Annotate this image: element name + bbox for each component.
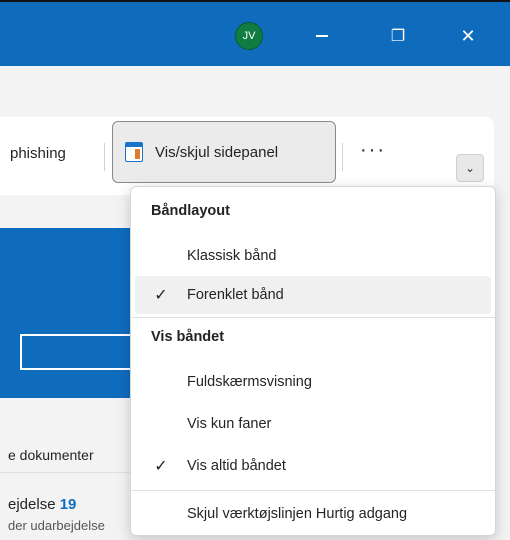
toggle-side-panel-label: Vis/skjul sidepanel <box>155 143 279 161</box>
menu-item-label: Forenklet bånd <box>187 287 284 303</box>
blue-banner <box>0 228 140 398</box>
menu-item-simplified-ribbon[interactable]: ✓ Forenklet bånd <box>135 276 491 314</box>
menu-item-always-show-ribbon[interactable]: ✓ Vis altid båndet <box>135 447 491 485</box>
menu-item-show-tabs-only[interactable]: Vis kun faner <box>135 405 491 443</box>
task-subtext: der udarbejdelse <box>8 518 105 533</box>
restore-icon: ❐ <box>390 28 406 45</box>
ribbon-options-button[interactable]: ⌄ <box>456 154 484 182</box>
task-heading-label: ejdelse <box>8 496 60 513</box>
more-options-button[interactable]: ··· <box>360 139 386 162</box>
menu-separator <box>131 317 495 318</box>
menu-item-label: Vis altid båndet <box>187 458 286 474</box>
chevron-down-icon: ⌄ <box>464 161 476 175</box>
minimize-button[interactable] <box>300 16 344 56</box>
menu-section-show-ribbon: Vis båndet <box>151 329 225 345</box>
avatar[interactable]: JV <box>235 22 263 50</box>
menu-item-fullscreen[interactable]: Fuldskærmsvisning <box>135 363 491 401</box>
toggle-side-panel-button[interactable]: Vis/skjul sidepanel <box>112 121 336 183</box>
ribbon-layout-menu: Båndlayout Klassisk bånd ✓ Forenklet bån… <box>130 186 496 536</box>
task-heading: ejdelse 19 <box>8 496 76 513</box>
minimize-icon <box>316 35 328 37</box>
menu-item-label: Skjul værktøjslinjen Hurtig adgang <box>187 506 408 522</box>
divider <box>0 472 134 473</box>
menu-item-label: Fuldskærmsvisning <box>187 374 312 390</box>
menu-item-hide-quick-access[interactable]: Skjul værktøjslinjen Hurtig adgang <box>135 495 491 533</box>
side-panel-icon <box>125 142 143 162</box>
close-button[interactable]: ✕ <box>446 16 490 56</box>
ribbon-separator <box>104 143 105 171</box>
check-icon: ✓ <box>154 287 168 304</box>
check-icon: ✓ <box>154 458 168 475</box>
menu-item-label: Vis kun faner <box>187 416 272 432</box>
documents-text: e dokumenter <box>8 447 94 463</box>
menu-separator <box>131 490 495 491</box>
menu-section-ribbon-layout: Båndlayout <box>151 203 230 219</box>
phishing-button[interactable]: phishing <box>10 145 66 162</box>
menu-item-classic-ribbon[interactable]: Klassisk bånd <box>135 237 491 275</box>
title-bar: JV ❐ ✕ <box>0 0 510 66</box>
menu-item-label: Klassisk bånd <box>187 248 277 264</box>
task-count: 19 <box>59 496 77 513</box>
banner-button[interactable] <box>20 334 140 370</box>
close-icon: ✕ <box>460 25 476 46</box>
ribbon-separator <box>342 143 343 171</box>
ribbon: phishing Vis/skjul sidepanel ··· <box>0 117 494 195</box>
restore-button[interactable]: ❐ <box>376 16 420 56</box>
